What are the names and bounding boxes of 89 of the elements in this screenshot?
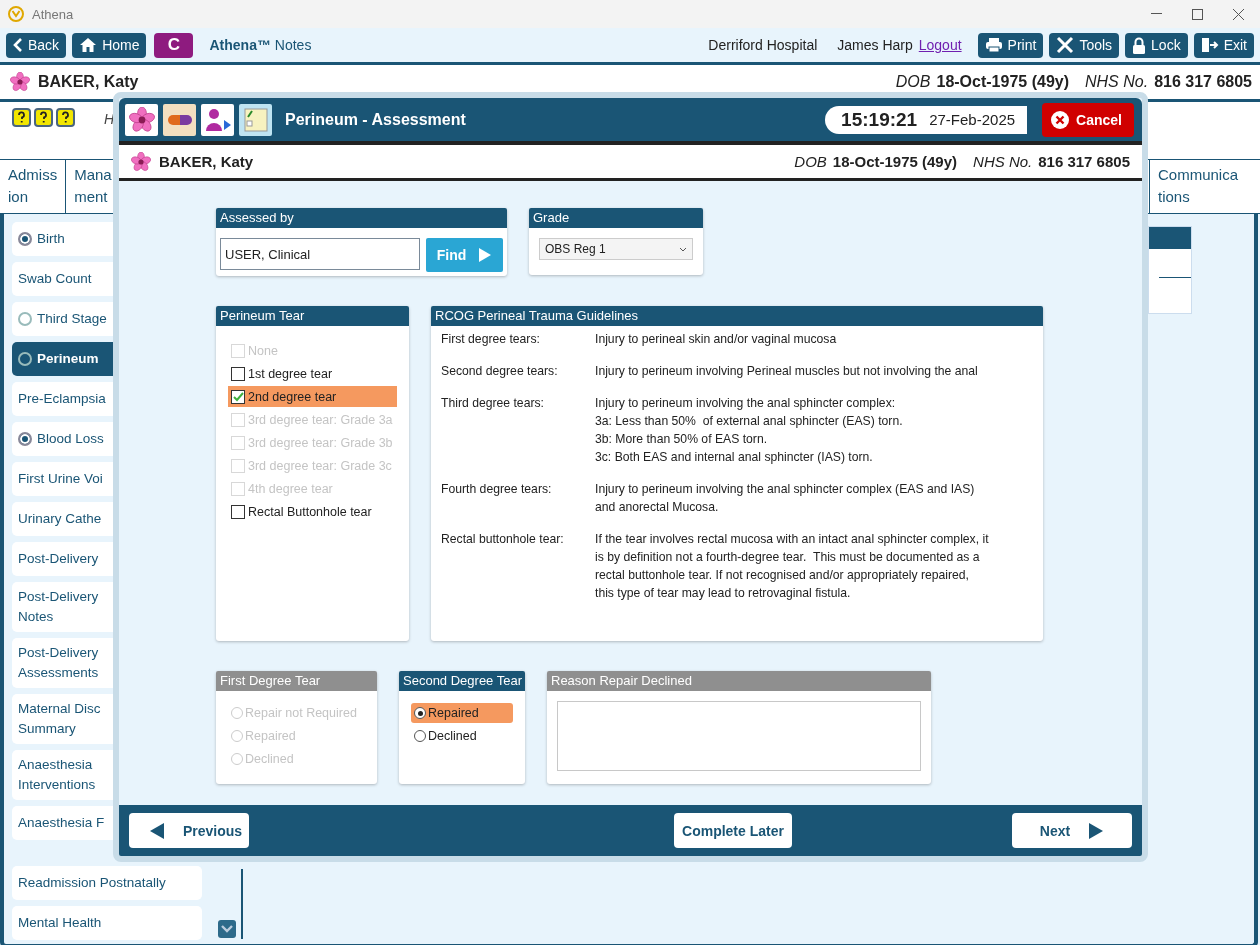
sidebar-item[interactable]: Readmission Postnatally — [12, 866, 202, 900]
next-button[interactable]: Next — [1012, 813, 1132, 848]
left-arrow-icon — [149, 821, 165, 840]
nhs-label: NHS No. — [1085, 73, 1149, 91]
toolbar-button[interactable]: Tools — [1049, 32, 1120, 58]
flower-button[interactable] — [125, 103, 158, 136]
flower-icon — [10, 72, 30, 92]
patient-name: BAKER, Katy — [159, 153, 254, 170]
tear-option[interactable]: 1st degree tear — [228, 363, 397, 384]
guideline-text: Injury to perineum involving the anal sphincter complex (EAS and IAS) and anorectal Mucosa. — [595, 481, 975, 516]
alert-icon[interactable] — [56, 108, 75, 127]
person-arrow-icon — [203, 106, 232, 133]
panel-header: RCOG Perineal Trauma Guidelines — [431, 306, 1043, 326]
pill-button[interactable] — [163, 103, 196, 136]
nhs-number: 816 317 6805 — [1154, 73, 1252, 91]
app-name: Athena™ Notes — [209, 37, 312, 53]
dob-label: DOB — [794, 153, 827, 170]
minimize-icon[interactable] — [1151, 13, 1162, 15]
person-button[interactable] — [201, 103, 234, 136]
guideline-term: Second degree tears: — [441, 363, 559, 380]
panel-header: Perineum Tear — [216, 306, 409, 326]
toolbar-button[interactable]: Exit — [1193, 32, 1254, 58]
panel-header: Second Degree Tear — [399, 671, 525, 691]
c-button[interactable]: C — [154, 32, 194, 58]
nhs-number: 816 317 6805 — [1038, 153, 1130, 170]
sidebar-item[interactable]: Mental Health — [12, 906, 202, 940]
maximize-icon[interactable] — [1192, 8, 1203, 20]
exit-icon — [1200, 37, 1219, 53]
notes-button[interactable] — [239, 103, 272, 136]
flower-icon — [131, 151, 151, 172]
time-text: 15:19:21 — [841, 108, 918, 131]
scroll-down-button[interactable] — [218, 920, 236, 938]
previous-button[interactable]: Previous — [129, 813, 249, 848]
window-title: Athena — [32, 6, 74, 22]
grade-dropdown[interactable]: OBS Reg 1 — [539, 238, 693, 260]
guideline-term: Rectal buttonhole tear: — [441, 531, 565, 548]
guideline-term: First degree tears: — [441, 331, 541, 348]
guideline-text: Injury to perineum involving the anal sphincter complex: 3a: Less than 50% of external anal sphincter (EAS) torn. 3b: More than 50% of EAS torn. 3c: Both EAS and internal anal sphincter (IAS) torn. — [595, 395, 903, 466]
nav-button[interactable]: Home — [72, 32, 147, 58]
guideline-text: Injury to perineal skin and/or vaginal mucosa — [595, 331, 837, 348]
caret-icon — [679, 246, 687, 252]
alert-icon[interactable] — [12, 108, 31, 127]
tear-option[interactable]: Rectal Buttonhole tear — [228, 501, 397, 522]
guideline-text: Injury to perineum involving Perineal muscles but not involving the anal — [595, 363, 978, 380]
logout-link[interactable]: Logout — [918, 37, 962, 53]
date-text: 27-Feb-2025 — [929, 111, 1016, 128]
panel-header: First Degree Tear — [216, 671, 377, 691]
home-icon — [79, 37, 98, 53]
complete-later-button[interactable]: Complete Later — [674, 813, 792, 848]
patient-name: BAKER, Katy — [38, 73, 139, 91]
panel-header: Grade — [529, 208, 703, 228]
user-name: James Harp — [837, 37, 913, 53]
dialog-title: Perineum - Assessment — [285, 110, 466, 129]
nav-button[interactable]: Back — [6, 32, 67, 58]
close-icon[interactable] — [1233, 8, 1244, 20]
alert-icon[interactable] — [34, 108, 53, 127]
lock-icon — [1132, 36, 1147, 54]
toolbar-button[interactable]: Print — [977, 32, 1044, 58]
play-arrow-icon — [478, 247, 493, 263]
close-circle-icon — [1050, 109, 1071, 130]
tear-option[interactable]: 2nd degree tear — [228, 386, 397, 407]
guideline-term: Fourth degree tears: — [441, 481, 553, 498]
toolbar-button[interactable]: Lock — [1125, 32, 1188, 58]
notepad-icon — [242, 106, 269, 133]
dob-label: DOB — [895, 73, 931, 91]
nhs-label: NHS No. — [973, 153, 1033, 170]
right-arrow-icon — [1088, 821, 1105, 840]
dob-value: 18-Oct-1975 (49y) — [936, 73, 1069, 91]
dob-value: 18-Oct-1975 (49y) — [832, 153, 958, 170]
checkbox[interactable] — [231, 366, 245, 381]
guideline-term: Third degree tears: — [441, 395, 545, 412]
flower-icon — [128, 106, 155, 133]
print-icon — [984, 37, 1003, 53]
cancel-button[interactable]: Cancel — [1042, 102, 1134, 137]
pill-icon — [166, 113, 193, 126]
assessor-field[interactable]: USER, Clinical — [220, 238, 420, 270]
guideline-text: If the tear involves rectal mucosa with an intact anal sphincter complex, it is by definition not a fourth-degree tear. This must be documented as a rectal buttonhole tear. If not recognised and/or appropriately repaired, this type of tear may lead to retrovaginal fistula. — [595, 531, 989, 602]
radio-button[interactable] — [414, 730, 426, 742]
radio-option[interactable]: Declined — [411, 726, 513, 746]
chevron-down-icon — [221, 925, 233, 933]
hospital-name: Derriford Hospital — [708, 37, 818, 53]
checkbox[interactable] — [231, 504, 245, 519]
checkbox[interactable] — [231, 389, 245, 404]
radio-button[interactable] — [414, 707, 426, 719]
chevron-left-icon — [13, 37, 23, 53]
panel-header: Reason Repair Declined — [547, 671, 931, 691]
app-logo-icon — [8, 6, 24, 22]
panel-header: Assessed by — [216, 208, 507, 228]
radio-option[interactable]: Repaired — [411, 703, 513, 723]
